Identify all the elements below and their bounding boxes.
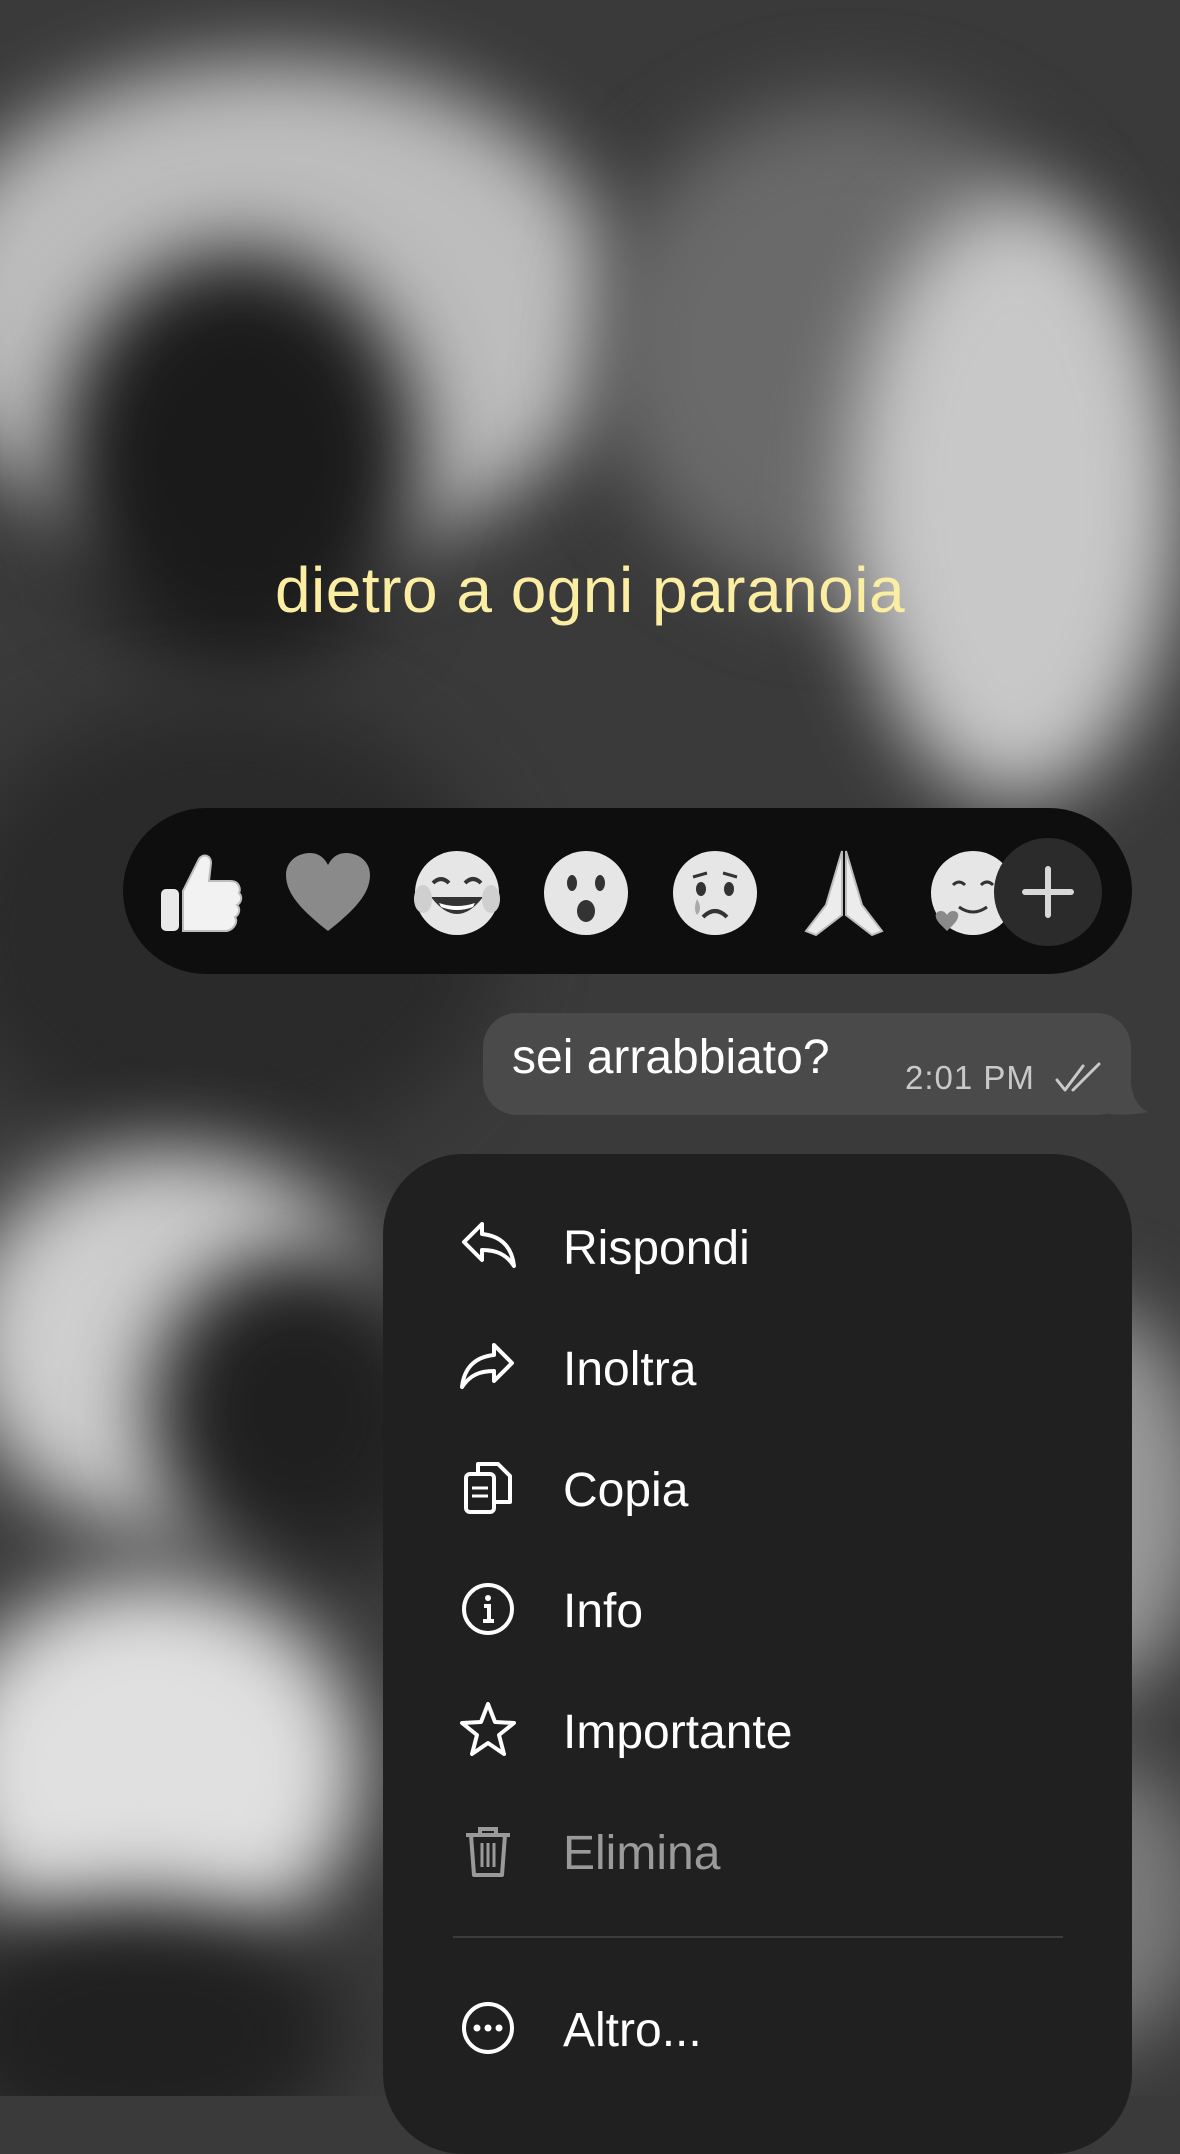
menu-label: Copia (563, 1464, 689, 1517)
menu-item-more[interactable]: Altro... (383, 1978, 1132, 2078)
menu-item-delete[interactable]: Elimina (383, 1801, 1132, 1901)
forward-icon (460, 1343, 514, 1389)
context-menu: Rispondi Inoltra Copia Info Importante E… (383, 1154, 1132, 2154)
menu-item-copy[interactable]: Copia (383, 1438, 1132, 1538)
folded-hands-emoji[interactable] (796, 845, 892, 941)
crying-emoji[interactable] (667, 845, 763, 941)
menu-item-important[interactable]: Importante (383, 1680, 1132, 1780)
bubble-tail (1108, 1070, 1148, 1115)
reaction-bar (123, 808, 1132, 974)
double-check-icon (1055, 1062, 1101, 1092)
menu-item-info[interactable]: Info (383, 1559, 1132, 1659)
trash-icon (466, 1827, 510, 1877)
info-icon (462, 1583, 514, 1635)
thumbs-up-emoji[interactable] (151, 845, 247, 941)
star-icon (460, 1702, 516, 1756)
tears-of-joy-emoji[interactable] (409, 845, 505, 941)
menu-label: Elimina (563, 1827, 721, 1880)
menu-label: Importante (563, 1706, 793, 1759)
menu-label: Info (563, 1585, 644, 1638)
menu-item-reply[interactable]: Rispondi (383, 1196, 1132, 1296)
copy-icon (464, 1462, 512, 1514)
more-reactions-button[interactable] (994, 838, 1102, 946)
menu-label: Inoltra (563, 1343, 697, 1396)
menu-divider (453, 1936, 1063, 1938)
reply-icon (462, 1222, 516, 1268)
heart-emoji[interactable] (280, 845, 376, 941)
message-text: sei arrabbiato? (512, 1031, 830, 1084)
menu-label: Rispondi (563, 1222, 750, 1275)
message-time: 2:01 PM (905, 1059, 1035, 1096)
menu-label: Altro... (563, 2004, 702, 2057)
surprised-emoji[interactable] (538, 845, 634, 941)
plus-icon (1022, 866, 1074, 918)
caption-text: dietro a ogni paranoia (274, 554, 906, 626)
menu-item-forward[interactable]: Inoltra (383, 1317, 1132, 1417)
more-icon (462, 2002, 514, 2054)
